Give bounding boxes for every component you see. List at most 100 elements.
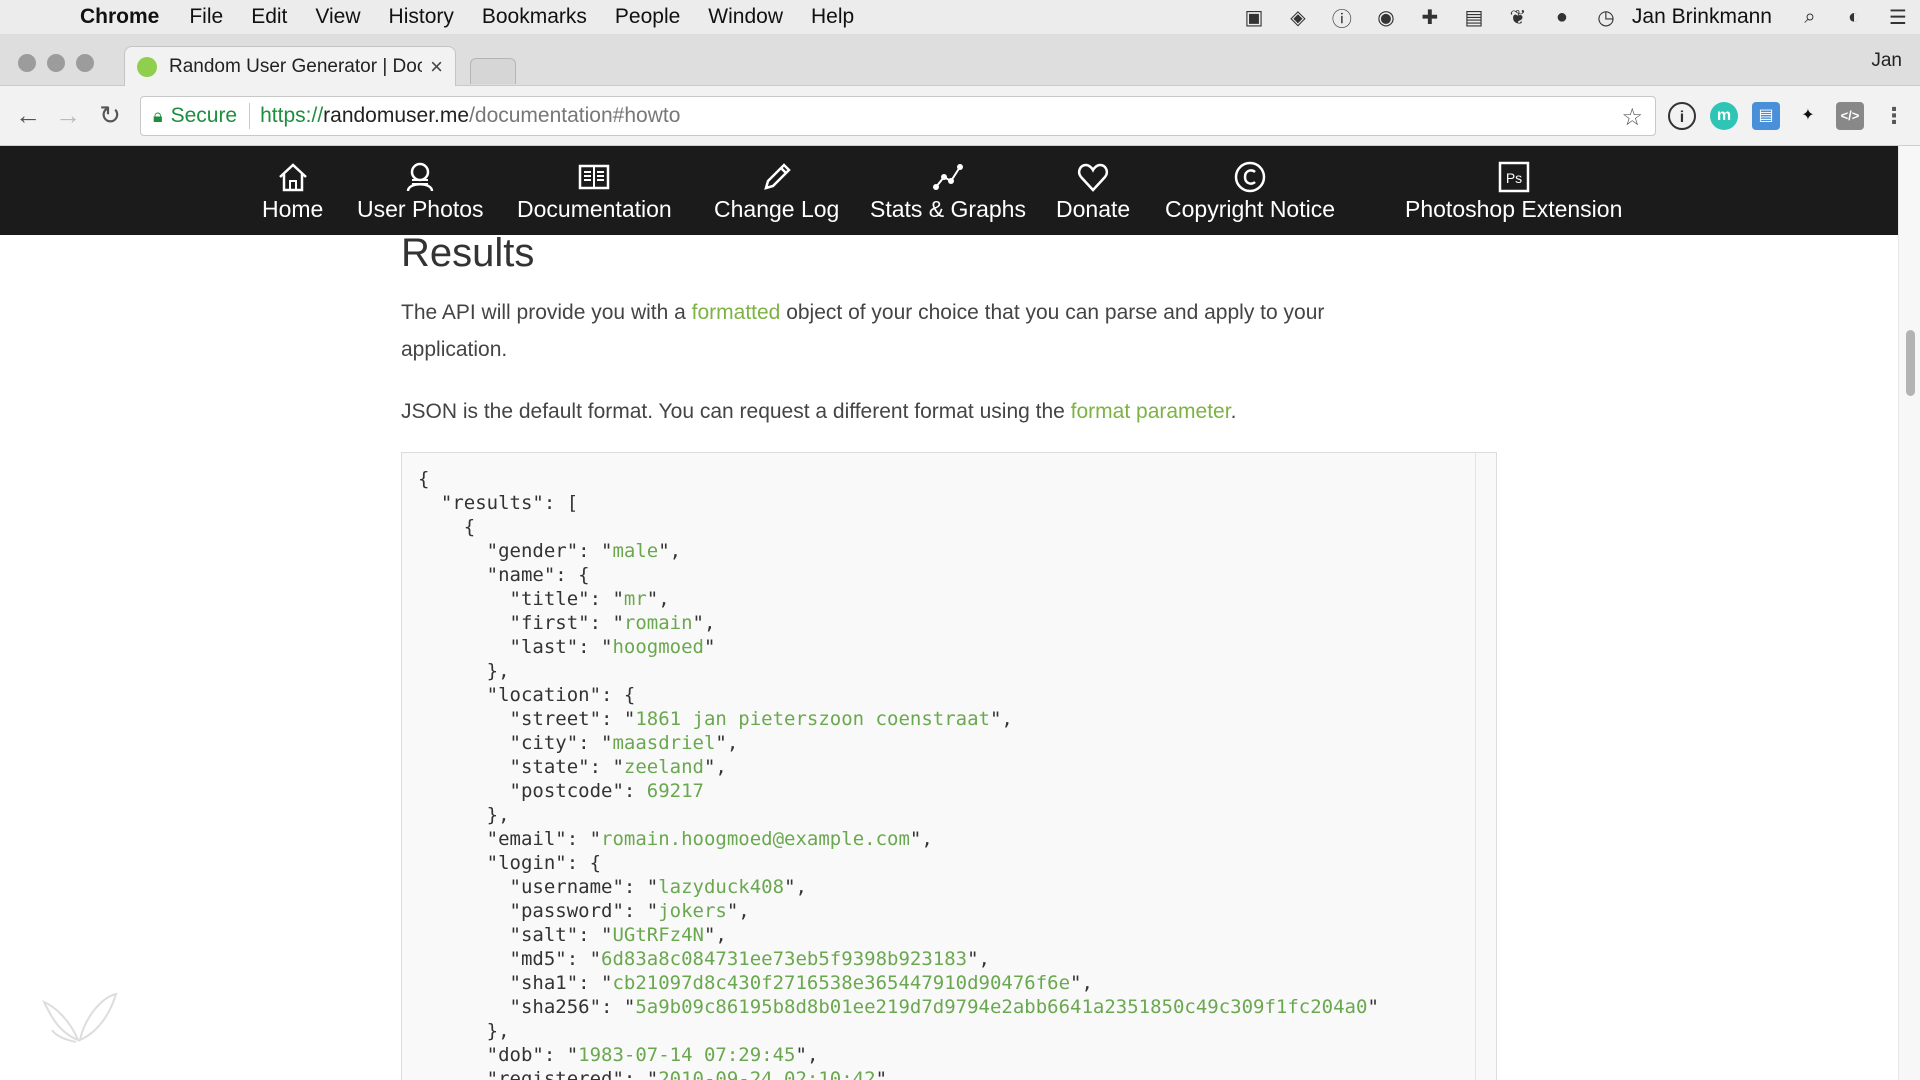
code-extension-icon[interactable]: </>	[1836, 102, 1864, 130]
nav-user-photos[interactable]: User Photos	[357, 160, 484, 223]
code-title-value: mr	[623, 588, 647, 610]
nav-home-label: Home	[262, 196, 324, 222]
reader-extension-icon[interactable]: ▤	[1752, 102, 1780, 130]
site-navbar: Home User Photos Documentation Change Lo…	[0, 146, 1898, 235]
window-minimize-button[interactable]	[47, 54, 65, 72]
pencil-icon	[763, 163, 791, 190]
menu-history[interactable]: History	[389, 5, 454, 29]
tab-title: Random User Generator | Documentation	[169, 55, 423, 77]
onepassword-extension-icon[interactable]: i	[1668, 102, 1696, 130]
nav-change-log[interactable]: Change Log	[714, 160, 839, 223]
forward-arrow-icon[interactable]: →	[52, 100, 84, 131]
para2-text-after: .	[1230, 400, 1237, 423]
browser-toolbar: ← → ↻ 🔒︎ Secure https:// randomuser.me /…	[0, 86, 1920, 146]
mercury-extension-icon[interactable]: m	[1710, 102, 1738, 130]
format-parameter-link[interactable]: format parameter	[1071, 400, 1231, 423]
macos-menubar: Chrome File Edit View History Bookmarks …	[0, 0, 1920, 34]
bookmark-star-icon[interactable]: ☆	[1621, 103, 1643, 132]
nav-home[interactable]: Home	[262, 160, 323, 223]
code-street-value: 1861 jan pieterszoon coenstraat	[635, 708, 990, 730]
code-dob-value: 1983-07-14 07:29:45	[578, 1044, 796, 1066]
new-tab-button[interactable]	[470, 58, 516, 84]
menubar-user-name[interactable]: Jan Brinkmann	[1632, 5, 1772, 29]
menu-window[interactable]: Window	[708, 5, 783, 29]
menu-file[interactable]: File	[189, 5, 223, 29]
plus-icon[interactable]: ✚	[1408, 5, 1452, 30]
secure-label[interactable]: Secure	[171, 104, 238, 128]
url-host: randomuser.me	[323, 104, 470, 127]
url-scheme: https://	[260, 104, 324, 127]
onepassword-icon[interactable]: ⓘ	[1320, 3, 1364, 32]
address-bar[interactable]: 🔒︎ Secure https:// randomuser.me /docume…	[140, 96, 1656, 136]
copyright-icon	[1234, 161, 1266, 193]
camera-icon[interactable]: ▣	[1232, 5, 1276, 30]
photoshop-icon: Ps	[1498, 161, 1529, 193]
page-scrollbar[interactable]	[1898, 146, 1920, 1080]
siri-icon[interactable]: ◐	[1832, 6, 1876, 29]
nav-copyright-notice-label: Copyright Notice	[1165, 196, 1336, 222]
code-password-value: jokers	[658, 900, 727, 922]
code-gender-value: male	[612, 540, 659, 562]
svg-text:Ps: Ps	[1506, 170, 1522, 186]
profile-button[interactable]: Jan	[1871, 50, 1902, 72]
home-icon	[278, 163, 307, 192]
code-email-value: romain.hoogmoed@example.com	[601, 828, 910, 850]
menu-app-name[interactable]: Chrome	[80, 5, 159, 29]
graph-icon	[932, 164, 963, 190]
back-arrow-icon[interactable]: ←	[12, 100, 44, 131]
notification-center-icon[interactable]: ☰	[1876, 5, 1920, 30]
window-zoom-button[interactable]	[76, 54, 94, 72]
menu-people[interactable]: People	[615, 5, 680, 29]
nav-donate-label: Donate	[1056, 196, 1131, 222]
menu-help[interactable]: Help	[811, 5, 854, 29]
results-intro-paragraph: The API will provide you with a formatte…	[401, 294, 1421, 368]
browser-tab-active[interactable]: Random User Generator | Documentation ×	[124, 46, 456, 86]
heart-icon	[1078, 163, 1109, 192]
code-block-divider	[1475, 453, 1476, 1080]
briefcase-icon[interactable]: ▤	[1452, 5, 1496, 30]
reload-icon[interactable]: ↻	[94, 100, 126, 131]
json-default-paragraph: JSON is the default format. You can requ…	[401, 393, 1421, 430]
url-path: /documentation#howto	[469, 104, 681, 127]
code-postcode-value: 69217	[646, 780, 704, 802]
lock-icon[interactable]: 🔒︎	[153, 106, 163, 127]
code-md5-value: 6d83a8c084731ee73eb5f9398b923183	[601, 948, 968, 970]
menu-edit[interactable]: Edit	[251, 5, 287, 29]
bird-extension-icon[interactable]: ✦	[1794, 102, 1822, 130]
json-code: { "results": [ { "gender": "male", "name…	[418, 467, 1379, 1080]
code-registered-value: 2010-09-24 02:10:42	[658, 1068, 876, 1080]
chat-icon[interactable]: ●	[1540, 6, 1584, 29]
nav-copyright-notice[interactable]: Copyright Notice	[1165, 160, 1335, 223]
dropbox-icon[interactable]: ◈	[1276, 5, 1320, 30]
spotlight-search-icon[interactable]: ⌕	[1788, 6, 1832, 29]
nav-documentation-label: Documentation	[517, 196, 672, 222]
code-username-value: lazyduck408	[658, 876, 785, 898]
creative-cloud-icon[interactable]: ◉	[1364, 5, 1408, 30]
page-content: Results The API will provide you with a …	[0, 235, 1898, 1080]
nav-change-log-label: Change Log	[714, 196, 840, 222]
nav-photoshop-extension[interactable]: Ps Photoshop Extension	[1405, 160, 1622, 223]
menu-view[interactable]: View	[315, 5, 360, 29]
para1-text-before: The API will provide you with a	[401, 301, 692, 324]
nav-donate[interactable]: Donate	[1056, 160, 1130, 223]
time-machine-icon[interactable]: ◷	[1584, 5, 1628, 30]
tab-close-icon[interactable]: ×	[430, 54, 443, 80]
site-favicon-icon	[137, 56, 157, 77]
nav-user-photos-label: User Photos	[357, 196, 484, 222]
para2-text-before: JSON is the default format. You can requ…	[401, 400, 1071, 423]
json-code-block[interactable]: { "results": [ { "gender": "male", "name…	[401, 452, 1497, 1080]
leaf-icon[interactable]: ❦	[1496, 5, 1540, 30]
nav-documentation[interactable]: Documentation	[517, 160, 672, 223]
scrollbar-thumb[interactable]	[1906, 330, 1915, 396]
nav-stats-graphs-label: Stats & Graphs	[870, 196, 1026, 222]
tab-strip: Random User Generator | Documentation × …	[0, 34, 1920, 86]
code-state-value: zeeland	[623, 756, 704, 778]
nav-stats-graphs[interactable]: Stats & Graphs	[870, 160, 1026, 223]
window-close-button[interactable]	[18, 54, 36, 72]
formatted-link[interactable]: formatted	[692, 301, 781, 324]
user-photos-icon	[407, 162, 434, 192]
code-salt-value: UGtRFz4N	[612, 924, 704, 946]
results-heading: Results	[401, 235, 535, 275]
menu-bookmarks[interactable]: Bookmarks	[482, 5, 587, 29]
chrome-menu-icon[interactable]: ⋮	[1880, 102, 1908, 130]
